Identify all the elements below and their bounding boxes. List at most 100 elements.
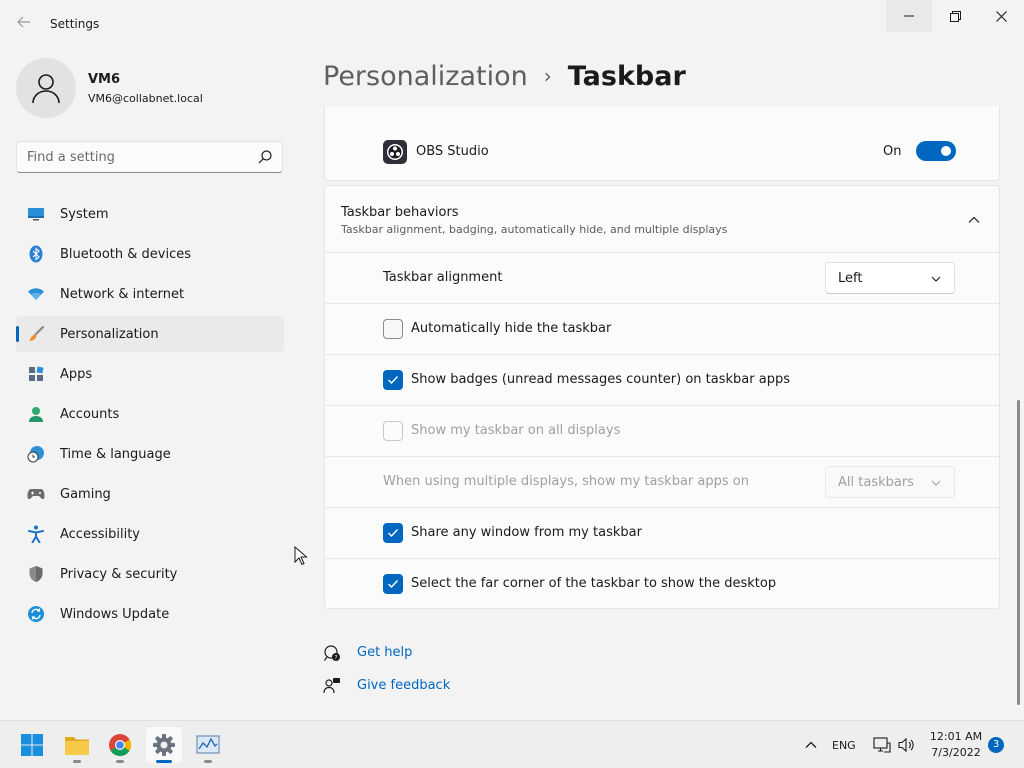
maximize-icon <box>949 10 961 22</box>
search-box <box>16 141 283 173</box>
sidebar-item-windows-update[interactable]: Windows Update <box>16 596 284 632</box>
search-icon[interactable] <box>258 150 272 164</box>
chevron-down-icon <box>931 480 941 486</box>
dropdown-value: Left <box>838 271 863 286</box>
sidebar-item-time-language[interactable]: Time & language <box>16 436 284 472</box>
sidebar-item-privacy[interactable]: Privacy & security <box>16 556 284 592</box>
mouse-cursor-icon <box>294 546 308 566</box>
volume-tray-button[interactable] <box>898 721 916 768</box>
taskbar-alignment-dropdown[interactable]: Left <box>825 262 955 294</box>
main-scrollbar[interactable] <box>1017 400 1020 705</box>
checkmark-icon <box>388 529 399 538</box>
feedback-icon <box>323 677 341 695</box>
auto-hide-checkbox[interactable] <box>383 319 403 339</box>
minimize-icon <box>904 15 914 17</box>
app-title: Settings <box>50 17 100 31</box>
obs-studio-card: OBS Studio On <box>324 106 1000 181</box>
sidebar-item-label: System <box>60 206 109 222</box>
start-button[interactable] <box>14 727 50 763</box>
file-explorer-icon <box>65 737 89 755</box>
paintbrush-icon <box>27 325 45 343</box>
taskbar-alignment-label: Taskbar alignment <box>383 270 503 285</box>
person-avatar-icon <box>32 74 60 104</box>
sidebar-item-personalization[interactable]: Personalization <box>16 316 284 352</box>
back-button[interactable] <box>14 14 34 34</box>
checkmark-icon <box>388 580 399 589</box>
all-displays-checkbox[interactable] <box>383 421 403 441</box>
avatar <box>16 58 76 118</box>
chevron-up-icon[interactable] <box>967 213 981 227</box>
multi-display-dropdown[interactable]: All taskbars <box>825 466 955 498</box>
user-email: VM6@collabnet.local <box>88 92 203 105</box>
show-badges-checkbox[interactable] <box>383 370 403 390</box>
section-subtitle: Taskbar alignment, badging, automaticall… <box>341 223 728 236</box>
sidebar-item-accounts[interactable]: Accounts <box>16 396 284 432</box>
sidebar-item-label: Personalization <box>60 326 159 342</box>
search-input[interactable] <box>17 142 252 172</box>
breadcrumb: Personalization › Taskbar <box>323 58 686 94</box>
notification-badge[interactable]: 3 <box>988 737 1004 753</box>
network-monitor-icon <box>873 737 891 753</box>
share-window-label: Share any window from my taskbar <box>411 525 642 540</box>
sidebar-item-network[interactable]: Network & internet <box>16 276 284 312</box>
file-explorer-button[interactable] <box>59 727 95 763</box>
sidebar-item-accessibility[interactable]: Accessibility <box>16 516 284 552</box>
clock-time: 12:01 AM <box>929 730 983 743</box>
language-text: ENG <box>832 738 856 752</box>
checkmark-icon <box>388 376 399 385</box>
share-window-checkbox[interactable] <box>383 523 403 543</box>
running-indicator <box>204 760 212 763</box>
performance-monitor-button[interactable] <box>190 727 226 763</box>
sidebar-item-label: Network & internet <box>60 286 185 302</box>
chevron-up-icon <box>805 741 817 748</box>
title-bar: Settings <box>0 0 1024 48</box>
restore-button[interactable] <box>932 0 978 32</box>
taskbar-behaviors-header[interactable]: Taskbar behaviors Taskbar alignment, bad… <box>325 186 999 253</box>
taskbar-alignment-row: Taskbar alignment Left <box>325 253 999 304</box>
page-title: Taskbar <box>567 60 686 92</box>
obs-studio-toggle[interactable] <box>916 141 956 161</box>
sidebar-item-bluetooth[interactable]: Bluetooth & devices <box>16 236 284 272</box>
user-profile[interactable]: VM6 VM6@collabnet.local <box>16 58 286 118</box>
person-icon <box>27 405 45 423</box>
far-corner-label: Select the far corner of the taskbar to … <box>411 576 777 591</box>
far-corner-checkbox[interactable] <box>383 574 403 594</box>
sidebar-item-label: Privacy & security <box>60 566 178 582</box>
sidebar-item-gaming[interactable]: Gaming <box>16 476 284 512</box>
arrow-left-icon <box>17 16 30 28</box>
give-feedback-text[interactable]: Give feedback <box>357 678 450 693</box>
accessibility-icon <box>27 525 45 543</box>
clock-globe-icon <box>27 445 45 463</box>
monitor-icon <box>27 205 45 223</box>
sidebar-item-apps[interactable]: Apps <box>16 356 284 392</box>
close-button[interactable] <box>978 0 1024 32</box>
dropdown-value: All taskbars <box>838 475 914 490</box>
chevron-down-icon <box>931 276 941 282</box>
gamepad-icon <box>27 485 45 503</box>
auto-hide-label: Automatically hide the taskbar <box>411 321 612 336</box>
minimize-button[interactable] <box>886 0 932 32</box>
speaker-icon <box>898 737 914 753</box>
network-tray-icon-button[interactable] <box>873 721 891 768</box>
breadcrumb-parent[interactable]: Personalization <box>323 61 528 92</box>
show-hidden-icons-button[interactable] <box>804 721 818 768</box>
get-help-text[interactable]: Get help <box>357 645 412 660</box>
show-badges-row: Show badges (unread messages counter) on… <box>325 355 999 406</box>
bluetooth-icon <box>27 245 45 263</box>
performance-monitor-icon <box>196 735 220 754</box>
sidebar-item-label: Gaming <box>60 486 111 502</box>
sidebar-item-system[interactable]: System <box>16 196 284 232</box>
windows-taskbar: ENG 12:01 AM 7/3/2022 3 <box>0 720 1024 768</box>
obs-studio-icon <box>383 140 407 164</box>
sync-icon <box>27 605 45 623</box>
system-clock[interactable]: 12:01 AM 7/3/2022 <box>926 729 986 761</box>
obs-studio-label: OBS Studio <box>416 144 489 159</box>
wifi-icon <box>27 285 45 303</box>
chrome-button[interactable] <box>102 727 138 763</box>
windows-start-icon <box>21 734 43 756</box>
active-indicator <box>156 760 172 763</box>
shield-icon <box>27 565 45 583</box>
sidebar-item-label: Apps <box>60 366 93 382</box>
settings-app-button[interactable] <box>146 727 182 763</box>
input-language-indicator[interactable]: ENG <box>832 721 856 768</box>
